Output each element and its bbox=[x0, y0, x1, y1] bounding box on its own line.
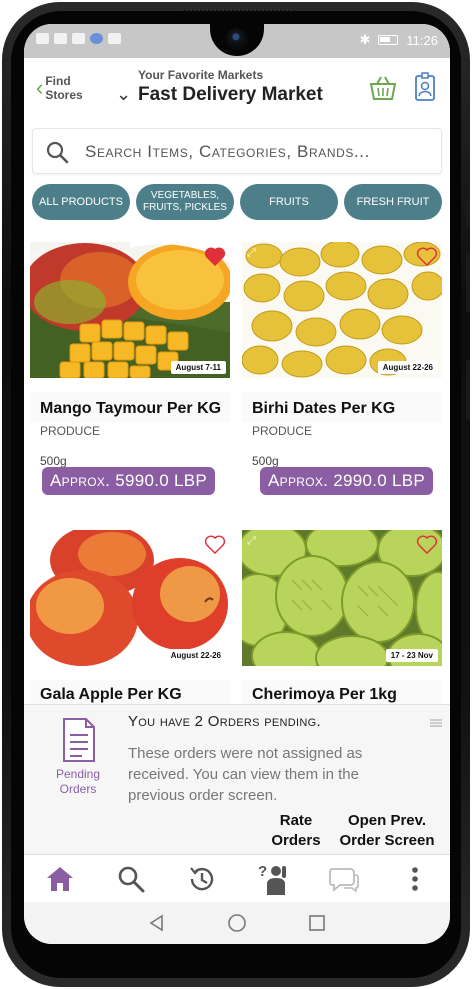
app-notification-icon bbox=[90, 33, 103, 44]
back-triangle-icon[interactable] bbox=[147, 913, 167, 933]
favorite-heart-icon[interactable] bbox=[204, 534, 226, 554]
home-circle-icon[interactable] bbox=[227, 913, 247, 933]
camera-icon bbox=[226, 28, 248, 50]
status-right: ✱ 11:26 bbox=[360, 32, 438, 48]
svg-text:?: ? bbox=[258, 863, 267, 880]
pending-body: These orders were not assigned as receiv… bbox=[128, 745, 363, 804]
product-image-cherimoya[interactable]: ⤢ 17 - 23 Nov bbox=[242, 530, 442, 666]
pending-orders-label[interactable]: Pending Orders bbox=[44, 767, 112, 797]
status-bar: ✱ 11:26 bbox=[24, 24, 450, 58]
chip-all-products[interactable]: ALL PRODUCTS bbox=[32, 184, 130, 220]
product-name[interactable]: Birhi Dates Per KG bbox=[252, 400, 395, 418]
volume-down-button bbox=[466, 252, 470, 312]
nav-search[interactable] bbox=[111, 859, 151, 899]
more-vertical-icon bbox=[411, 866, 418, 891]
bottom-nav: ? bbox=[24, 854, 450, 902]
market-title[interactable]: Fast Delivery Market bbox=[138, 84, 323, 106]
product-weight: 500g bbox=[40, 454, 67, 468]
system-nav-bar bbox=[24, 902, 450, 944]
search-input[interactable] bbox=[85, 137, 425, 167]
product-name[interactable]: Gala Apple Per KG bbox=[40, 686, 182, 704]
status-icons bbox=[36, 33, 121, 44]
camera-notch bbox=[210, 24, 264, 56]
volume-up-button bbox=[466, 198, 470, 226]
pending-orders-icon[interactable] bbox=[58, 717, 98, 763]
product-card[interactable]: ⤢ August 7-11 Mango Taymour Per KG PRODU… bbox=[30, 242, 230, 522]
youtube-icon bbox=[72, 33, 85, 44]
expand-icon[interactable]: ⤢ bbox=[35, 247, 53, 261]
nav-home[interactable] bbox=[40, 859, 80, 899]
expand-icon[interactable]: ⤢ bbox=[247, 247, 265, 261]
signal-icon bbox=[36, 33, 49, 44]
favorite-heart-icon[interactable] bbox=[416, 246, 438, 266]
phone-frame: ✱ 11:26 ‹ Find Stores Your Favorite Mark… bbox=[2, 2, 470, 987]
find-stores-label: Find Stores bbox=[45, 74, 83, 102]
product-image-apple[interactable]: ⤢ August 22-26 bbox=[30, 530, 230, 666]
search-icon bbox=[46, 141, 69, 164]
product-card[interactable]: ⤢ August 22-26 Birhi Dates Per KG PRODUC… bbox=[242, 242, 442, 522]
battery-icon bbox=[378, 35, 399, 45]
nav-chat[interactable] bbox=[324, 859, 364, 899]
drag-handle-icon[interactable] bbox=[430, 719, 442, 727]
bluetooth-icon: ✱ bbox=[359, 32, 371, 47]
product-name[interactable]: Cherimoya Per 1kg bbox=[252, 686, 397, 704]
chip-fresh-fruit[interactable]: FRESH FRUIT bbox=[344, 184, 442, 220]
rate-orders-button[interactable]: Rate Orders bbox=[268, 811, 324, 851]
favorite-heart-icon[interactable] bbox=[204, 246, 226, 266]
app-header: ‹ Find Stores Your Favorite Markets ⌄ Fa… bbox=[24, 58, 450, 134]
open-prev-order-button[interactable]: Open Prev. Order Screen bbox=[334, 811, 440, 851]
nav-history[interactable] bbox=[182, 859, 222, 899]
product-image-dates[interactable]: ⤢ August 22-26 bbox=[242, 242, 442, 378]
gallery-icon bbox=[108, 33, 121, 44]
chevron-down-icon[interactable]: ⌄ bbox=[116, 84, 131, 105]
product-price: Approx. 5990.0 LBP bbox=[42, 467, 216, 495]
history-icon bbox=[189, 866, 213, 890]
app-screen: ✱ 11:26 ‹ Find Stores Your Favorite Mark… bbox=[24, 24, 450, 944]
help-person-icon: ? bbox=[258, 863, 286, 895]
recents-square-icon[interactable] bbox=[307, 913, 327, 933]
market-subtitle: Your Favorite Markets bbox=[138, 68, 264, 82]
status-time: 11:26 bbox=[406, 32, 438, 48]
pending-title: You have 2 Orders pending. bbox=[128, 713, 321, 730]
nav-help[interactable]: ? bbox=[253, 859, 293, 899]
search-bar[interactable] bbox=[32, 128, 442, 174]
home-icon bbox=[46, 866, 73, 891]
product-image-mango[interactable]: ⤢ August 7-11 bbox=[30, 242, 230, 378]
chip-vegetables-fruits-pickles[interactable]: VEGETABLES, FRUITS, PICKLES bbox=[136, 184, 234, 220]
power-button bbox=[466, 360, 470, 420]
product-category: PRODUCE bbox=[40, 424, 101, 438]
promo-date-badge: August 7-11 bbox=[170, 361, 226, 374]
expand-icon[interactable]: ⤢ bbox=[35, 535, 53, 549]
chat-icon bbox=[328, 867, 359, 893]
promo-date-badge: August 22-26 bbox=[165, 649, 226, 662]
profile-badge-icon[interactable] bbox=[414, 72, 436, 102]
search-icon bbox=[118, 866, 144, 892]
pending-orders-panel: Pending Orders You have 2 Orders pending… bbox=[24, 704, 450, 854]
chip-fruits[interactable]: FRUITS bbox=[240, 184, 338, 220]
nav-more[interactable] bbox=[395, 859, 435, 899]
wifi-icon bbox=[54, 33, 67, 44]
promo-date-badge: 17 - 23 Nov bbox=[385, 649, 438, 662]
product-weight: 500g bbox=[252, 454, 279, 468]
basket-icon[interactable] bbox=[368, 74, 398, 102]
product-category: PRODUCE bbox=[252, 424, 313, 438]
category-chips: ALL PRODUCTS VEGETABLES, FRUITS, PICKLES… bbox=[32, 184, 442, 220]
chevron-left-icon: ‹ bbox=[36, 75, 44, 100]
product-price: Approx. 2990.0 LBP bbox=[260, 467, 434, 495]
product-card[interactable]: ⤢ 17 - 23 Nov Cherimoya Per 1kg bbox=[242, 530, 442, 710]
promo-date-badge: August 22-26 bbox=[377, 361, 438, 374]
favorite-heart-icon[interactable] bbox=[416, 534, 438, 554]
expand-icon[interactable]: ⤢ bbox=[247, 535, 265, 549]
product-name[interactable]: Mango Taymour Per KG bbox=[40, 400, 221, 418]
product-card[interactable]: ⤢ August 22-26 Gala Apple Per KG bbox=[30, 530, 230, 710]
find-stores-button[interactable]: ‹ Find Stores bbox=[36, 74, 85, 102]
